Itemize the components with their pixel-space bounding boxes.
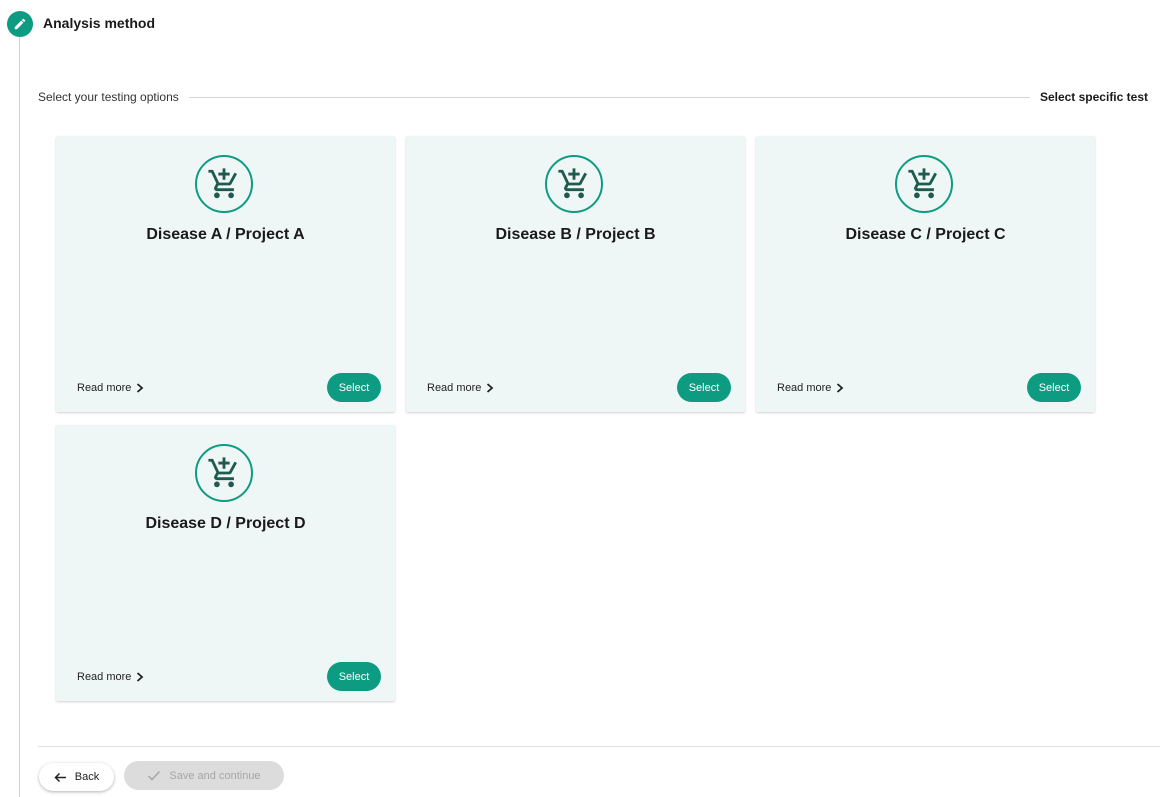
select-button[interactable]: Select <box>1027 373 1081 402</box>
cart-add-icon-glyph <box>558 168 587 199</box>
chevron-right-icon <box>487 383 494 393</box>
test-card: Disease B / Project B Read more Select <box>406 136 745 412</box>
cart-add-icon-glyph <box>208 168 237 199</box>
cart-add-icon-glyph <box>908 168 937 199</box>
back-button-label: Back <box>74 771 100 783</box>
card-title: Disease D / Project D <box>145 515 306 532</box>
analysis-method-page: Analysis method Select your testing opti… <box>0 0 1160 797</box>
chevron-right-icon <box>837 383 844 393</box>
section-divider <box>188 96 1030 98</box>
cart-add-icon-glyph <box>208 457 237 488</box>
cart-add-icon <box>895 155 953 213</box>
chevron-right-icon <box>137 672 144 682</box>
test-card: Disease A / Project A Read more Select <box>56 136 395 412</box>
test-card: Disease D / Project D Read more Select <box>56 425 395 701</box>
section-label: Select your testing options <box>38 90 179 104</box>
save-and-continue-button[interactable]: Save and continue <box>124 761 284 790</box>
save-button-label: Save and continue <box>169 769 261 782</box>
read-more-label: Read more <box>427 382 482 394</box>
card-title: Disease C / Project C <box>845 226 1006 243</box>
step-title: Analysis method <box>43 15 156 31</box>
cart-add-icon <box>545 155 603 213</box>
read-more-label: Read more <box>777 382 832 394</box>
chevron-right-icon <box>137 383 144 393</box>
select-button[interactable]: Select <box>327 373 381 402</box>
section-header: Select your testing options Select speci… <box>38 90 1148 104</box>
step-badge <box>7 11 33 37</box>
read-more-link[interactable]: Read more <box>77 382 144 394</box>
test-card: Disease C / Project C Read more Select <box>756 136 1095 412</box>
step-connector-line <box>19 30 20 797</box>
read-more-label: Read more <box>77 382 132 394</box>
cart-add-icon <box>195 444 253 502</box>
select-button[interactable]: Select <box>327 662 381 691</box>
arrow-left-icon <box>54 772 66 782</box>
back-button[interactable]: Back <box>39 763 114 791</box>
pencil-icon <box>14 18 26 30</box>
footer-divider <box>38 746 1160 747</box>
read-more-link[interactable]: Read more <box>777 382 844 394</box>
read-more-link[interactable]: Read more <box>77 671 144 683</box>
check-icon <box>148 770 161 781</box>
card-title: Disease A / Project A <box>146 226 305 243</box>
read-more-link[interactable]: Read more <box>427 382 494 394</box>
cart-add-icon <box>195 155 253 213</box>
section-step-label: Select specific test <box>1039 90 1148 104</box>
select-button[interactable]: Select <box>677 373 731 402</box>
read-more-label: Read more <box>77 671 132 683</box>
card-title: Disease B / Project B <box>495 226 656 243</box>
